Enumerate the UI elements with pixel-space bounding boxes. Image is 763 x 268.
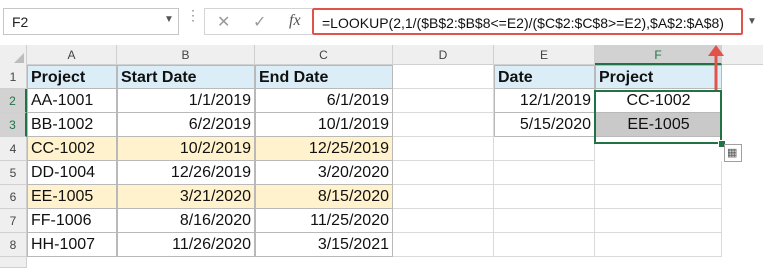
expand-formula-bar-icon[interactable]: ▼ bbox=[747, 16, 757, 27]
table-row-cell-project[interactable]: EE-1005 bbox=[27, 185, 117, 209]
cell-d8[interactable] bbox=[393, 233, 494, 257]
table-row-cell-project[interactable]: HH-1007 bbox=[27, 233, 117, 257]
table-row-cell-start-date[interactable]: 3/21/2020 bbox=[117, 185, 255, 209]
table-row-cell-end-date[interactable]: 11/25/2020 bbox=[255, 209, 393, 233]
fx-icon[interactable]: fx bbox=[289, 12, 301, 30]
name-box[interactable]: F2 ▼ bbox=[3, 8, 179, 35]
lookup-date-cell[interactable]: 5/15/2020 bbox=[494, 113, 595, 137]
column-header-f[interactable]: F bbox=[595, 45, 722, 65]
cell-d4[interactable] bbox=[393, 137, 494, 161]
column-header-g[interactable] bbox=[722, 45, 763, 65]
cell-e5[interactable] bbox=[494, 161, 595, 185]
table1-header-start-date[interactable]: Start Date bbox=[117, 65, 255, 89]
row-header-9[interactable] bbox=[0, 257, 27, 268]
row-header-2[interactable]: 2 bbox=[0, 89, 27, 113]
row-header-1[interactable]: 1 bbox=[0, 65, 27, 89]
lookup-date-cell[interactable]: 12/1/2019 bbox=[494, 89, 595, 113]
table-row-cell-project[interactable]: AA-1001 bbox=[27, 89, 117, 113]
table-row-cell-project[interactable]: FF-1006 bbox=[27, 209, 117, 233]
cell-d1[interactable] bbox=[393, 65, 494, 89]
enter-icon[interactable]: ✓ bbox=[253, 12, 266, 32]
cell-d3[interactable] bbox=[393, 113, 494, 137]
row-header-5[interactable]: 5 bbox=[0, 161, 27, 185]
formula-text: =LOOKUP(2,1/($B$2:$B$8<=E2)/($C$2:$C$8>=… bbox=[322, 15, 724, 31]
table-row-cell-end-date[interactable]: 6/1/2019 bbox=[255, 89, 393, 113]
formula-buttons: ✕ ✓ fx bbox=[204, 8, 312, 35]
lookup-result-cell[interactable]: EE-1005 bbox=[595, 113, 722, 137]
cell-e6[interactable] bbox=[494, 185, 595, 209]
table2-header-date[interactable]: Date bbox=[494, 65, 595, 89]
formula-bar: F2 ▼ ⋮ ✕ ✓ fx =LOOKUP(2,1/($B$2:$B$8<=E2… bbox=[0, 0, 763, 45]
table-row-cell-start-date[interactable]: 10/2/2019 bbox=[117, 137, 255, 161]
cell-f8[interactable] bbox=[595, 233, 722, 257]
column-header-a[interactable]: A bbox=[27, 45, 117, 65]
column-header-b[interactable]: B bbox=[117, 45, 255, 65]
quick-analysis-icon[interactable]: ▦ bbox=[724, 144, 742, 162]
table-row-cell-project[interactable]: DD-1004 bbox=[27, 161, 117, 185]
table-row-cell-start-date[interactable]: 6/2/2019 bbox=[117, 113, 255, 137]
formula-input[interactable]: =LOOKUP(2,1/($B$2:$B$8<=E2)/($C$2:$C$8>=… bbox=[312, 8, 743, 35]
table-row-cell-start-date[interactable]: 1/1/2019 bbox=[117, 89, 255, 113]
table-row-cell-end-date[interactable]: 3/20/2020 bbox=[255, 161, 393, 185]
table-row-cell-end-date[interactable]: 10/1/2019 bbox=[255, 113, 393, 137]
cell-e7[interactable] bbox=[494, 209, 595, 233]
select-all-corner[interactable] bbox=[0, 45, 27, 65]
table1-header-project[interactable]: Project bbox=[27, 65, 117, 89]
lookup-result-cell[interactable]: CC-1002 bbox=[595, 89, 722, 113]
cancel-icon[interactable]: ✕ bbox=[217, 12, 230, 32]
cell-d2[interactable] bbox=[393, 89, 494, 113]
table1-header-end-date[interactable]: End Date bbox=[255, 65, 393, 89]
cell-e8[interactable] bbox=[494, 233, 595, 257]
table-row-cell-project[interactable]: CC-1002 bbox=[27, 137, 117, 161]
table-row-cell-end-date[interactable]: 3/15/2021 bbox=[255, 233, 393, 257]
table-row-cell-project[interactable]: BB-1002 bbox=[27, 113, 117, 137]
row-header-6[interactable]: 6 bbox=[0, 185, 27, 209]
cell-d5[interactable] bbox=[393, 161, 494, 185]
red-arrow-icon bbox=[708, 45, 724, 90]
cell-f5[interactable] bbox=[595, 161, 722, 185]
cell-d6[interactable] bbox=[393, 185, 494, 209]
dropdown-caret-icon[interactable]: ▼ bbox=[164, 14, 174, 25]
table-row-cell-end-date[interactable]: 12/25/2019 bbox=[255, 137, 393, 161]
name-box-value: F2 bbox=[12, 14, 29, 30]
cell-e4[interactable] bbox=[494, 137, 595, 161]
row-header-3[interactable]: 3 bbox=[0, 113, 27, 137]
table-row-cell-start-date[interactable]: 12/26/2019 bbox=[117, 161, 255, 185]
cell-f7[interactable] bbox=[595, 209, 722, 233]
cell-d7[interactable] bbox=[393, 209, 494, 233]
table-row-cell-start-date[interactable]: 8/16/2020 bbox=[117, 209, 255, 233]
column-header-row: A B C D E F bbox=[0, 45, 763, 65]
grip-dots-icon: ⋮ bbox=[186, 7, 200, 23]
column-header-c[interactable]: C bbox=[255, 45, 393, 65]
column-header-d[interactable]: D bbox=[393, 45, 494, 65]
column-header-e[interactable]: E bbox=[494, 45, 595, 65]
row-header-8[interactable]: 8 bbox=[0, 233, 27, 257]
table-row-cell-start-date[interactable]: 11/26/2020 bbox=[117, 233, 255, 257]
table2-header-project[interactable]: Project bbox=[595, 65, 722, 89]
row-header-7[interactable]: 7 bbox=[0, 209, 27, 233]
cell-f6[interactable] bbox=[595, 185, 722, 209]
table-row-cell-end-date[interactable]: 8/15/2020 bbox=[255, 185, 393, 209]
row-header-4[interactable]: 4 bbox=[0, 137, 27, 161]
